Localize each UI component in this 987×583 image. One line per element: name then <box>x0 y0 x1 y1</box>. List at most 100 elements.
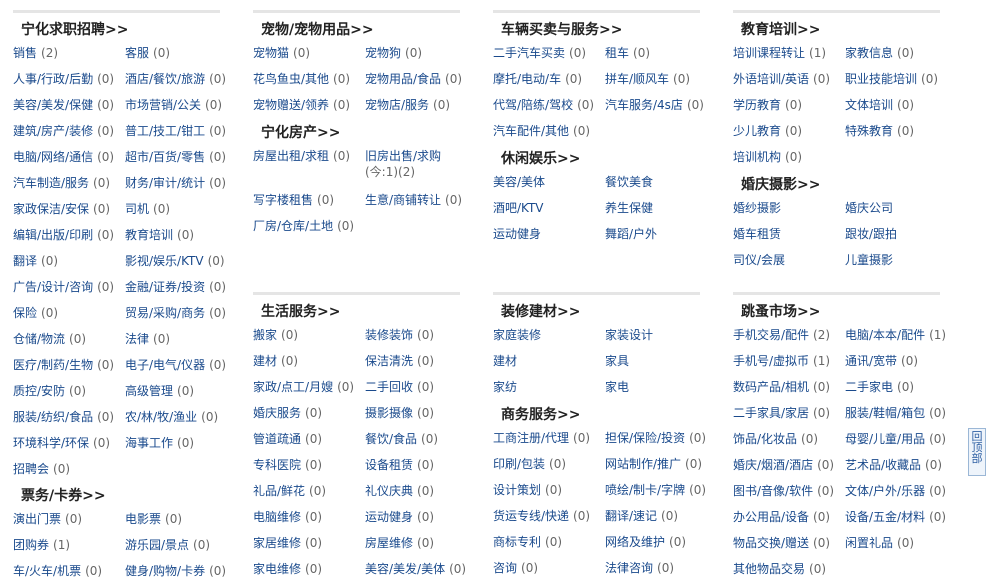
category-item[interactable]: 运动健身 <box>493 226 541 242</box>
category-link[interactable]: 物品交换/赠送 <box>733 536 809 550</box>
category-item[interactable]: 特殊教育 (0) <box>845 123 914 139</box>
category-item[interactable]: 车/火车/机票 (0) <box>13 563 102 579</box>
category-item[interactable]: 翻译 (0) <box>13 253 58 269</box>
category-item[interactable]: 摄影摄像 (0) <box>365 405 434 421</box>
back-to-top-button[interactable]: 回顶部 <box>968 428 986 476</box>
category-item[interactable]: 家政/点工/月嫂 (0) <box>253 379 354 395</box>
category-item[interactable]: 其他物品交易 (0) <box>733 561 826 577</box>
category-link[interactable]: 其他物品交易 <box>733 562 805 576</box>
category-item[interactable]: 家电维修 (0) <box>253 561 322 577</box>
section-title[interactable]: 教育培训>> <box>733 10 940 39</box>
category-link[interactable]: 婚庆/烟酒/酒店 <box>733 458 813 472</box>
category-link[interactable]: 市场营销/公关 <box>125 98 201 112</box>
category-item[interactable]: 服装/纺织/食品 (0) <box>13 409 114 425</box>
section-title[interactable]: 票务/卡券>> <box>13 485 220 505</box>
category-item[interactable]: 翻译/速记 (0) <box>605 508 678 524</box>
category-link[interactable]: 网站制作/推广 <box>605 457 681 471</box>
category-link[interactable]: 婚庆服务 <box>253 406 301 420</box>
category-item[interactable]: 礼仪庆典 (0) <box>365 483 434 499</box>
category-item[interactable]: 酒店/餐饮/旅游 (0) <box>125 71 226 87</box>
category-link[interactable]: 礼品/鲜花 <box>253 484 305 498</box>
category-link[interactable]: 二手家具/家居 <box>733 406 809 420</box>
category-link[interactable]: 人事/行政/后勤 <box>13 72 93 86</box>
category-link[interactable]: 电影票 <box>125 512 161 526</box>
category-link[interactable]: 装修装饰 <box>365 328 413 342</box>
category-link[interactable]: 汽车配件/其他 <box>493 124 569 138</box>
category-item[interactable]: 演出门票 (0) <box>13 511 82 527</box>
category-item[interactable]: 办公用品/设备 (0) <box>733 509 830 525</box>
category-link[interactable]: 礼仪庆典 <box>365 484 413 498</box>
category-item[interactable]: 二手回收 (0) <box>365 379 434 395</box>
category-link[interactable]: 建材 <box>493 354 517 368</box>
category-link[interactable]: 电脑维修 <box>253 510 301 524</box>
category-link[interactable]: 超市/百货/零售 <box>125 150 205 164</box>
category-item[interactable]: 设计策划 (0) <box>493 482 562 498</box>
category-item[interactable]: 花鸟鱼虫/其他 (0) <box>253 71 350 87</box>
category-link[interactable]: 数码产品/相机 <box>733 380 809 394</box>
category-item[interactable]: 家庭装修 <box>493 327 541 343</box>
category-link[interactable]: 摩托/电动/车 <box>493 72 561 86</box>
category-link[interactable]: 儿童摄影 <box>845 253 893 267</box>
category-item[interactable]: 摩托/电动/车 (0) <box>493 71 582 87</box>
category-item[interactable]: 跟妆/跟拍 <box>845 226 897 242</box>
category-link[interactable]: 环境科学/环保 <box>13 436 89 450</box>
category-item[interactable]: 搬家 (0) <box>253 327 298 343</box>
category-item[interactable]: 美容/美发/美体 (0) <box>365 561 466 577</box>
category-link[interactable]: 海事工作 <box>125 436 173 450</box>
category-link[interactable]: 餐饮美食 <box>605 175 653 189</box>
category-item[interactable]: 美容/美发/保健 (0) <box>13 97 114 113</box>
category-link[interactable]: 商标专利 <box>493 535 541 549</box>
category-link[interactable]: 服装/鞋帽/箱包 <box>845 406 925 420</box>
category-link[interactable]: 担保/保险/投资 <box>605 431 685 445</box>
category-item[interactable]: 礼品/鲜花 (0) <box>253 483 326 499</box>
category-item[interactable]: 厂房/仓库/土地 (0) <box>253 218 354 234</box>
category-item[interactable]: 生意/商铺转让 (0) <box>365 192 462 208</box>
section-title[interactable]: 装修建材>> <box>493 292 700 321</box>
category-link[interactable]: 管道疏通 <box>253 432 301 446</box>
category-link[interactable]: 家纺 <box>493 380 517 394</box>
category-item[interactable]: 电影票 (0) <box>125 511 182 527</box>
category-item[interactable]: 质控/安防 (0) <box>13 383 86 399</box>
category-item[interactable]: 宠物用品/食品 (0) <box>365 71 462 87</box>
category-link[interactable]: 医疗/制药/生物 <box>13 358 93 372</box>
category-item[interactable]: 电脑/网络/通信 (0) <box>13 149 114 165</box>
category-link[interactable]: 翻译/速记 <box>605 509 657 523</box>
category-item[interactable]: 租车 (0) <box>605 45 650 61</box>
category-item[interactable]: 通讯/宽带 (0) <box>845 353 918 369</box>
category-link[interactable]: 婚车租赁 <box>733 227 781 241</box>
category-item[interactable]: 销售 (2) <box>13 45 58 61</box>
category-link[interactable]: 广告/设计/咨询 <box>13 280 93 294</box>
category-link[interactable]: 二手回收 <box>365 380 413 394</box>
category-link[interactable]: 外语培训/英语 <box>733 72 809 86</box>
category-item[interactable]: 家装设计 <box>605 327 653 343</box>
category-link[interactable]: 文体培训 <box>845 98 893 112</box>
category-link[interactable]: 电脑/网络/通信 <box>13 150 93 164</box>
category-item[interactable]: 饰品/化妆品 (0) <box>733 431 818 447</box>
category-item[interactable]: 培训机构 (0) <box>733 149 802 165</box>
category-link[interactable]: 宠物狗 <box>365 46 401 60</box>
category-link[interactable]: 家政/点工/月嫂 <box>253 380 333 394</box>
category-link[interactable]: 游乐园/景点 <box>125 538 189 552</box>
category-link[interactable]: 写字楼租售 <box>253 193 313 207</box>
category-link[interactable]: 生意/商铺转让 <box>365 193 441 207</box>
category-link[interactable]: 二手汽车买卖 <box>493 46 565 60</box>
category-item[interactable]: 超市/百货/零售 (0) <box>125 149 226 165</box>
category-link[interactable]: 设计策划 <box>493 483 541 497</box>
category-item[interactable]: 图书/音像/软件 (0) <box>733 483 834 499</box>
category-link[interactable]: 手机号/虚拟币 <box>733 354 809 368</box>
category-link[interactable]: 金融/证券/投资 <box>125 280 205 294</box>
category-item[interactable]: 舞蹈/户外 <box>605 226 657 242</box>
category-link[interactable]: 工商注册/代理 <box>493 431 569 445</box>
category-item[interactable]: 家具 <box>605 353 629 369</box>
category-link[interactable]: 婚庆公司 <box>845 201 893 215</box>
category-link[interactable]: 美容/美发/保健 <box>13 98 93 112</box>
category-item[interactable]: 婚庆/烟酒/酒店 (0) <box>733 457 834 473</box>
category-item[interactable]: 闲置礼品 (0) <box>845 535 914 551</box>
category-link[interactable]: 房屋维修 <box>365 536 413 550</box>
category-item[interactable]: 电脑维修 (0) <box>253 509 322 525</box>
category-link[interactable]: 健身/购物/卡券 <box>125 564 205 578</box>
category-link[interactable]: 运动健身 <box>365 510 413 524</box>
category-item[interactable]: 二手家电 (0) <box>845 379 914 395</box>
category-item[interactable]: 汽车服务/4s店 (0) <box>605 97 704 113</box>
category-item[interactable]: 服装/鞋帽/箱包 (0) <box>845 405 946 421</box>
